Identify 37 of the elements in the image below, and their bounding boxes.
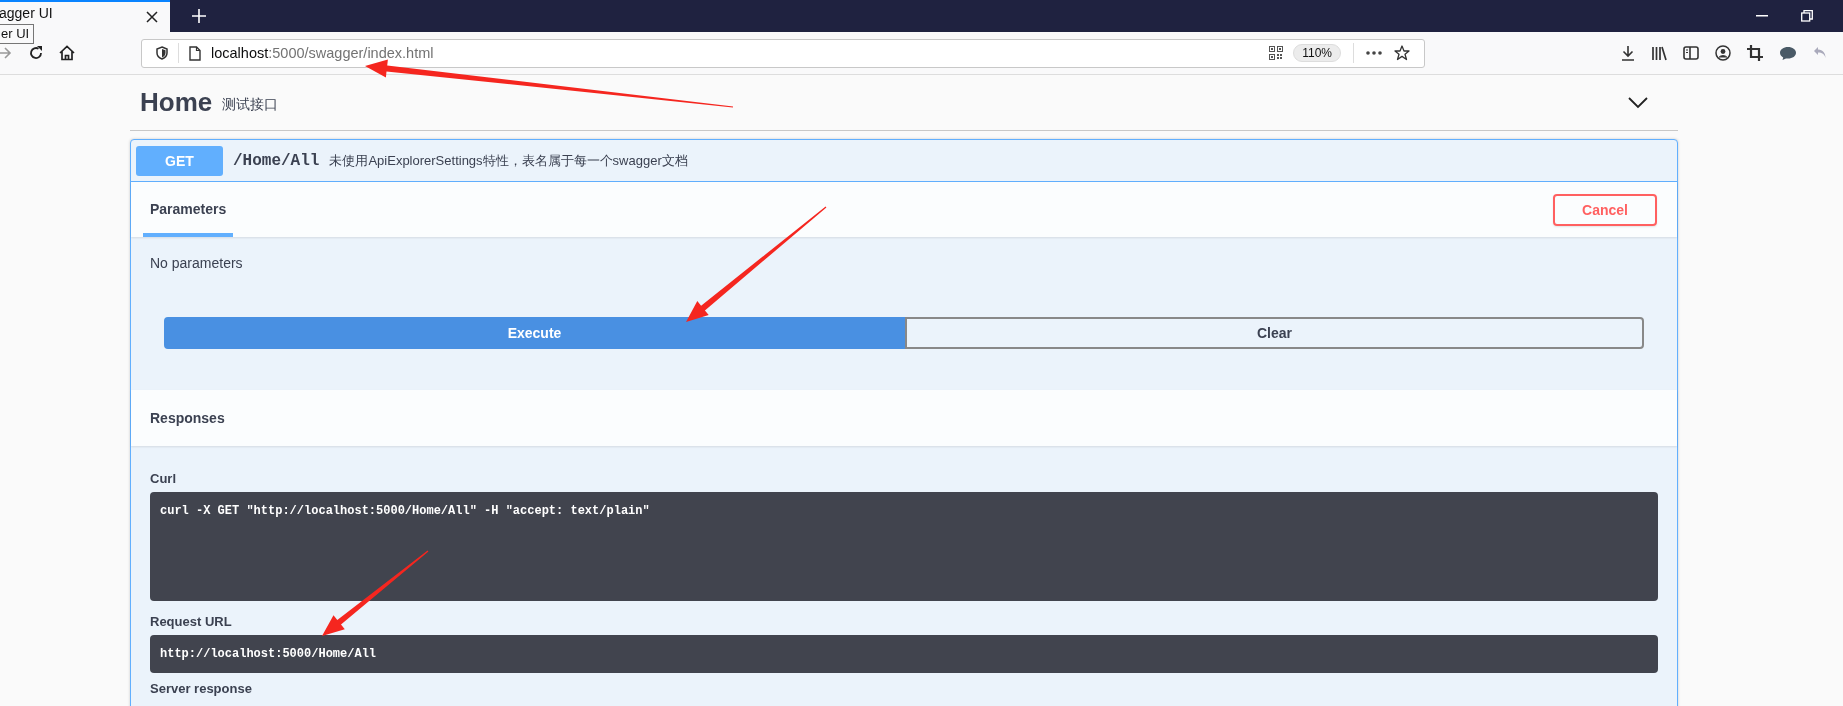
clear-button[interactable]: Clear (905, 317, 1644, 349)
parameters-tab[interactable]: Parameters (143, 182, 234, 237)
section-description: 测试接口 (222, 95, 279, 114)
no-parameters-text: No parameters (150, 254, 244, 271)
endpoint-path: /Home/All (233, 151, 320, 170)
curl-command: curl -X GET "http://localhost:5000/Home/All" -H "accept: text/plain" (150, 492, 1658, 601)
download-icon[interactable] (1621, 45, 1635, 61)
server-response-label: Server response (150, 681, 253, 696)
shield-icon[interactable] (156, 46, 168, 60)
star-icon[interactable] (1394, 45, 1410, 61)
home-icon[interactable] (59, 45, 75, 61)
qr-code-icon[interactable] (1269, 46, 1284, 60)
request-url: http://localhost:5000/Home/All (150, 635, 1658, 673)
library-icon[interactable] (1651, 45, 1667, 61)
method-badge: GET (136, 145, 223, 176)
responses-heading: Responses (150, 410, 225, 426)
restore-icon[interactable] (1801, 10, 1813, 22)
address-bar[interactable]: localhost:5000/swagger/index.html 110% (141, 38, 1425, 68)
close-icon[interactable] (146, 11, 158, 23)
url-text: localhost:5000/swagger/index.html (211, 45, 434, 61)
tooltip: er UI (0, 24, 35, 44)
sidebar-icon[interactable] (1683, 46, 1699, 60)
plus-icon[interactable] (192, 9, 206, 23)
zoom-level[interactable]: 110% (1293, 44, 1341, 62)
request-url-label: Request URL (150, 614, 233, 629)
reload-icon[interactable] (28, 45, 44, 61)
more-icon[interactable] (1366, 51, 1382, 55)
account-icon[interactable] (1715, 45, 1731, 61)
page-icon (189, 45, 201, 61)
section-title[interactable]: Home (140, 87, 213, 118)
minimize-icon[interactable] (1756, 15, 1768, 17)
forward-icon[interactable] (0, 46, 12, 60)
curl-label: Curl (150, 471, 177, 486)
chat-icon[interactable] (1779, 45, 1797, 61)
endpoint-summary: 未使用ApiExplorerSettings特性，表名属于每一个swagger文档 (329, 151, 688, 170)
crop-icon[interactable] (1747, 45, 1763, 61)
chevron-icon[interactable] (1628, 96, 1648, 109)
